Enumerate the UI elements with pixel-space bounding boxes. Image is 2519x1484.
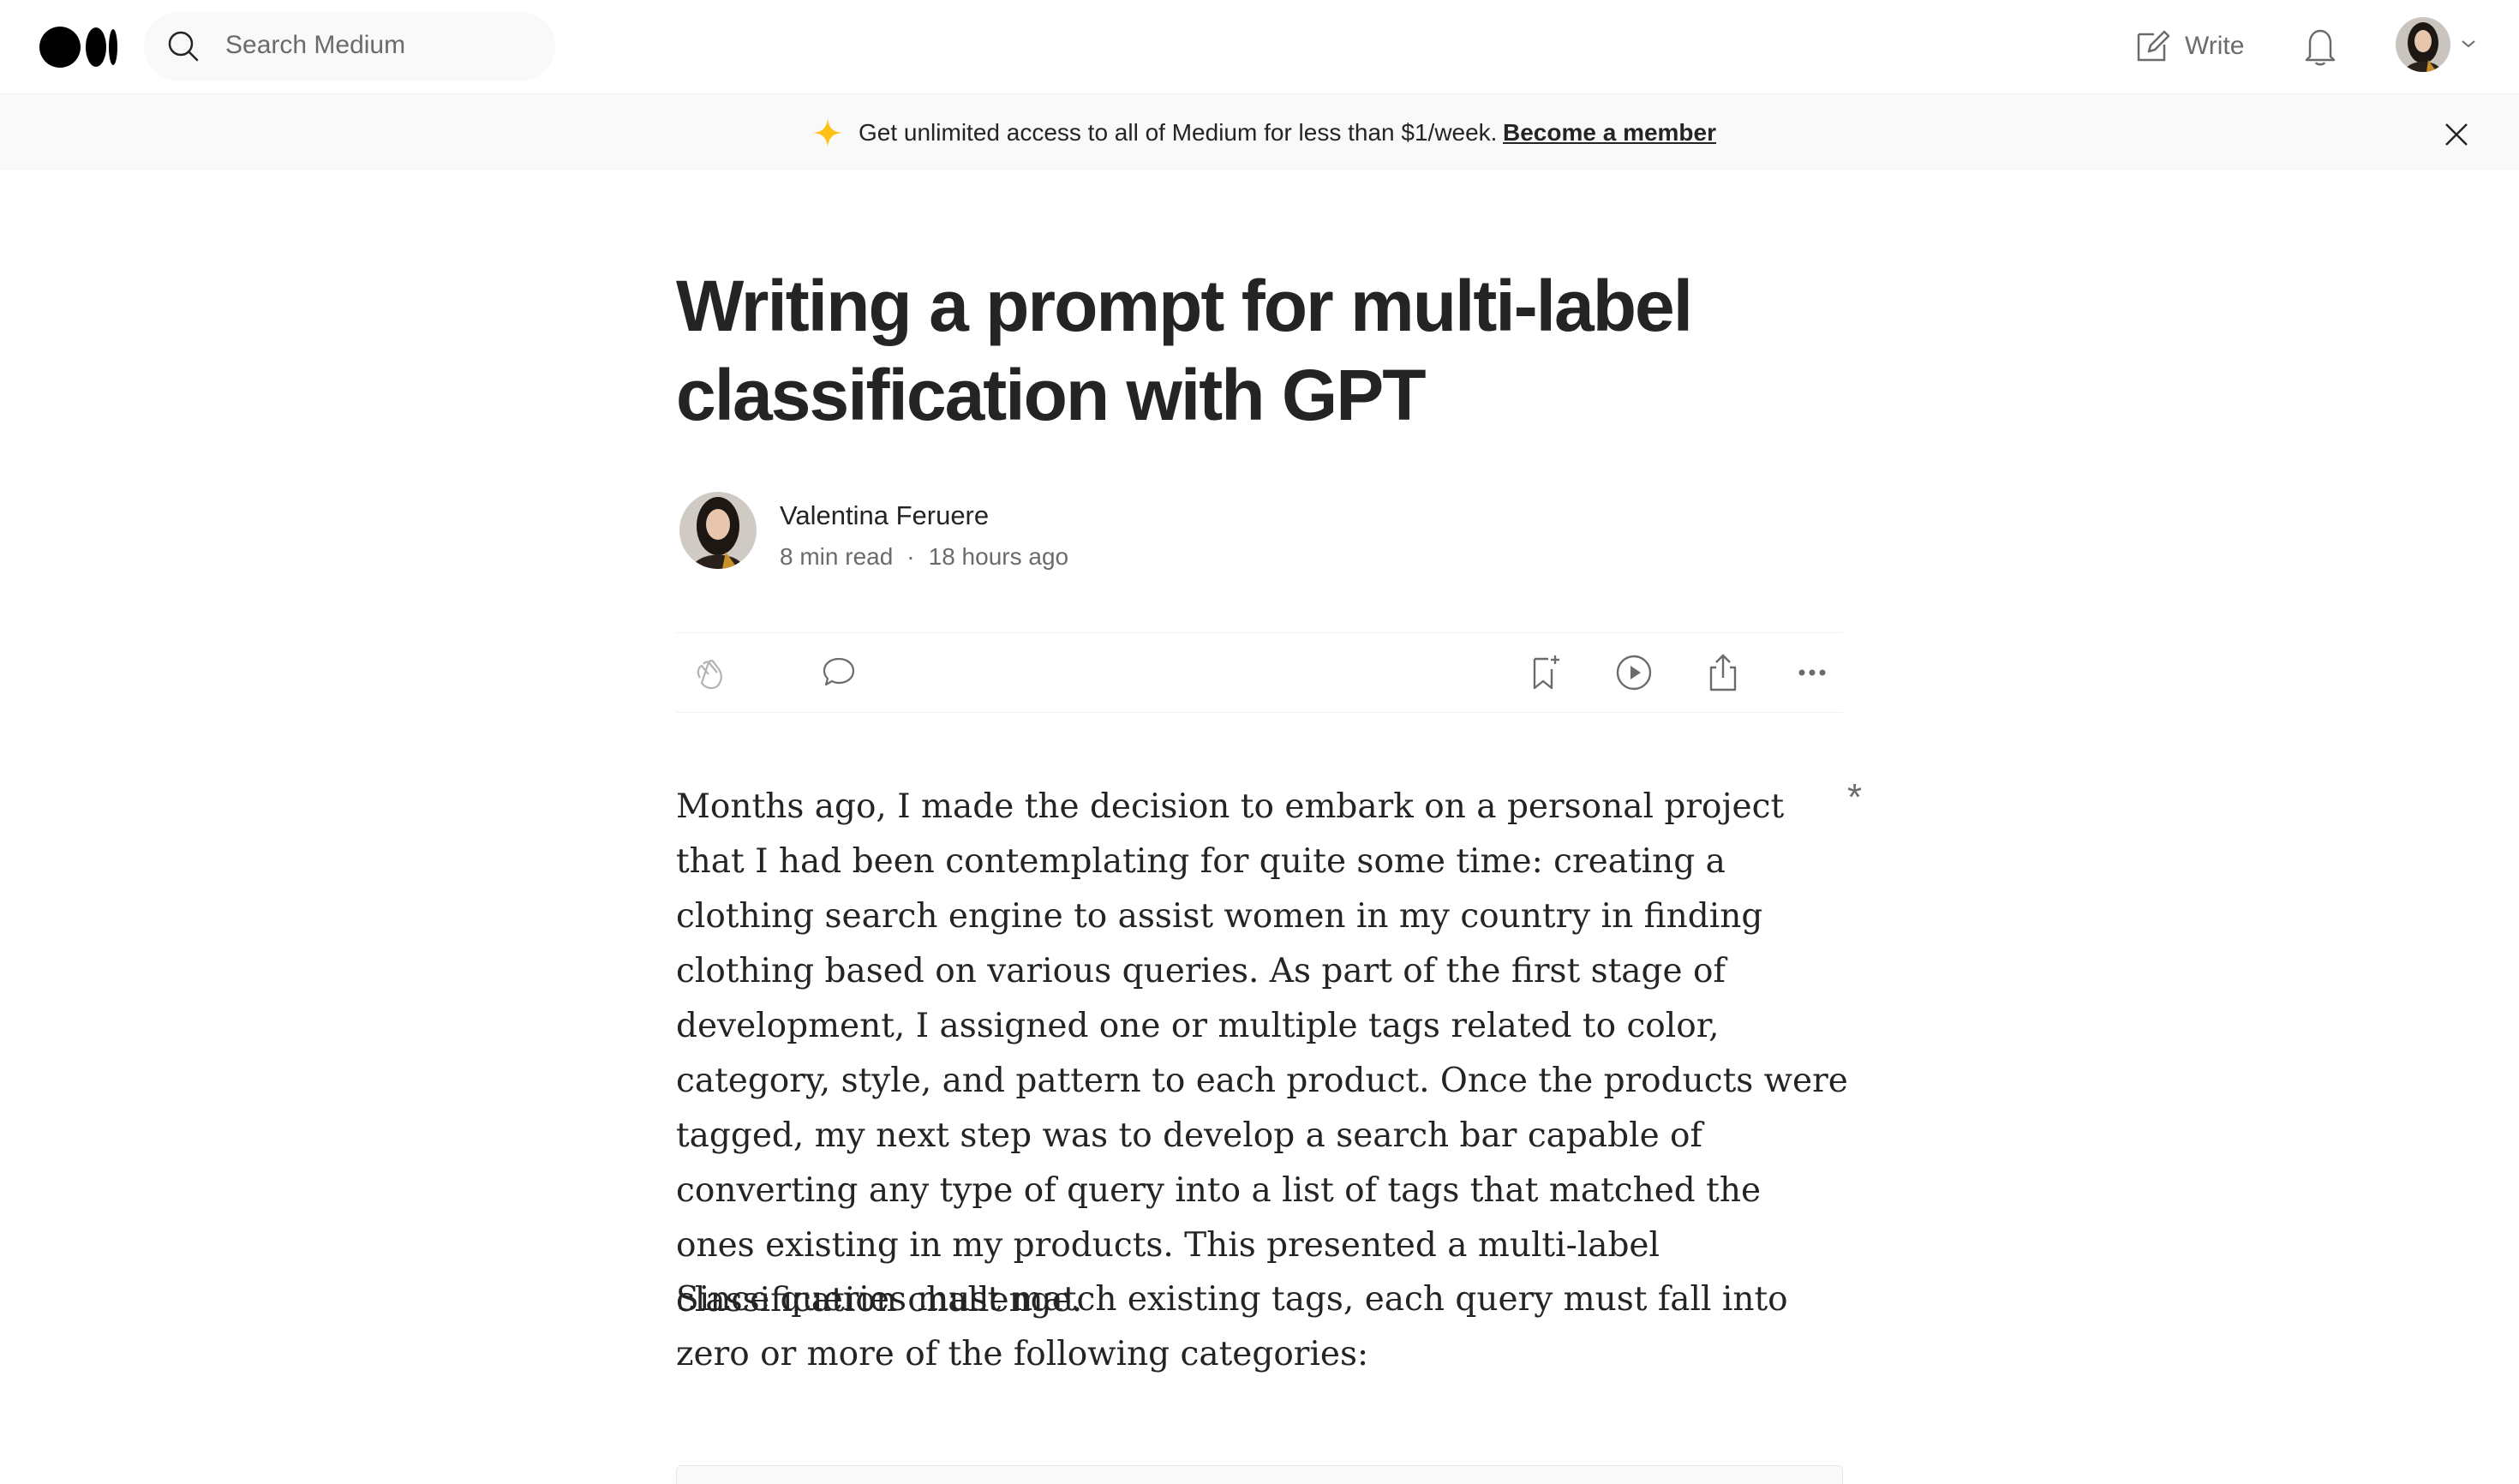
membership-banner: Get unlimited access to all of Medium fo… [0, 95, 2519, 171]
user-avatar[interactable] [2396, 17, 2450, 72]
become-member-link[interactable]: Become a member [1503, 119, 1716, 147]
meta-separator: · [906, 543, 915, 570]
article-title: Writing a prompt for multi-label classif… [676, 266, 1693, 435]
author-avatar[interactable] [679, 492, 757, 569]
author-avatar-image [679, 492, 757, 569]
medium-logo-icon[interactable] [39, 26, 118, 69]
banner-text: Get unlimited access to all of Medium fo… [859, 119, 1498, 146]
listen-play-icon[interactable] [1613, 652, 1654, 693]
search-box[interactable]: Search Medium [144, 12, 555, 81]
search-input[interactable]: Search Medium [225, 31, 405, 60]
code-block [676, 1465, 1843, 1484]
article-paragraph: Since queries must match existing tags, … [676, 1280, 1788, 1373]
article-action-bar [676, 632, 1843, 713]
clap-icon[interactable] [690, 652, 731, 693]
write-button[interactable]: Write [2133, 24, 2244, 69]
sparkle-star-icon [813, 118, 842, 147]
margin-note-mark[interactable]: * [1847, 776, 1862, 819]
more-options-icon[interactable] [1792, 652, 1833, 693]
share-icon[interactable] [1702, 652, 1744, 693]
article-paragraph: Months ago, I made the decision to embar… [676, 787, 1848, 1319]
write-label: Write [2185, 32, 2245, 60]
comment-icon[interactable] [818, 652, 859, 693]
bookmark-add-icon[interactable] [1524, 652, 1565, 693]
article-meta: 8 min read · 18 hours ago [780, 543, 1068, 571]
search-icon [168, 31, 199, 62]
author-name[interactable]: Valentina Feruere [780, 500, 989, 531]
notifications-bell-icon[interactable] [2300, 24, 2341, 69]
published-time: 18 hours ago [928, 543, 1069, 570]
read-time: 8 min read [780, 543, 894, 570]
user-avatar-image [2396, 17, 2450, 72]
write-icon [2137, 30, 2170, 62]
chevron-down-icon[interactable] [2461, 38, 2476, 50]
close-icon[interactable] [2444, 122, 2469, 147]
top-navbar: Search Medium Write [0, 0, 2519, 94]
